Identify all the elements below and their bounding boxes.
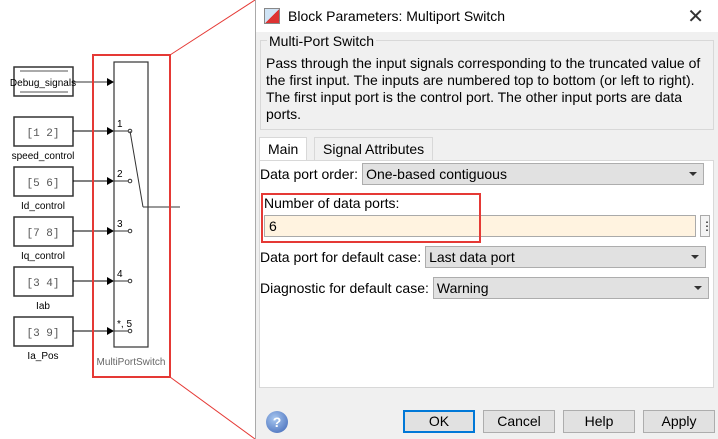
callout-line-bottom <box>169 376 255 439</box>
svg-text:Debug_signals: Debug_signals <box>10 78 76 89</box>
arrow-icon <box>107 127 114 135</box>
help-button[interactable]: Help <box>563 410 635 433</box>
switch-port-label: 2 <box>117 169 123 180</box>
diagnostic-value: Warning <box>436 280 489 296</box>
more-options-icon[interactable]: ⋮ <box>700 215 713 237</box>
switch-port-label: *, 5 <box>117 319 132 330</box>
ok-button[interactable]: OK <box>403 410 475 433</box>
chevron-down-icon <box>691 255 700 259</box>
switch-port-label: 4 <box>117 269 123 280</box>
chevron-down-icon <box>693 286 702 290</box>
group-title: Multi-Port Switch <box>267 33 377 49</box>
simulink-app-icon <box>264 8 280 24</box>
arrow-icon <box>107 327 114 335</box>
constant-label: speed_control <box>12 151 75 162</box>
constant-label: Id_control <box>21 201 65 212</box>
default-case-label: Data port for default case: <box>260 249 422 265</box>
arrow-icon <box>107 177 114 185</box>
debug-signals-block[interactable]: Debug_signals <box>10 66 76 97</box>
title-bar: Block Parameters: Multiport Switch ✕ <box>256 0 718 32</box>
constant-block[interactable]: [1 2] speed_control <box>12 116 75 162</box>
tab-signal-attributes[interactable]: Signal Attributes <box>314 137 434 161</box>
constant-label: Iab <box>36 301 50 312</box>
switch-port-label: 1 <box>117 119 123 130</box>
constant-value: [5 6] <box>26 178 59 190</box>
constant-value: [7 8] <box>26 228 59 240</box>
data-port-order-select[interactable]: One-based contiguous <box>362 163 705 185</box>
data-port-order-value: One-based contiguous <box>366 166 507 182</box>
constant-label: Ia_Pos <box>27 351 58 362</box>
help-icon[interactable]: ? <box>266 411 288 433</box>
arrow-icon <box>107 227 114 235</box>
default-case-select[interactable]: Last data port <box>425 246 707 268</box>
diagnostic-label: Diagnostic for default case: <box>260 280 429 296</box>
block-parameters-dialog: Block Parameters: Multiport Switch ✕ Mul… <box>255 0 718 439</box>
chevron-down-icon <box>689 172 698 176</box>
constant-block[interactable]: [7 8] Iq_control <box>13 216 74 262</box>
apply-button[interactable]: Apply <box>643 410 715 433</box>
switch-label: MultiPortSwitch <box>97 357 166 368</box>
data-port-order-label: Data port order: <box>260 166 359 182</box>
default-case-value: Last data port <box>429 249 515 265</box>
block-description: Pass through the input signals correspon… <box>266 55 701 122</box>
switch-port-label: 3 <box>117 219 123 230</box>
callout-line-top <box>169 0 255 56</box>
diagnostic-select[interactable]: Warning <box>432 277 709 299</box>
constant-value: [3 4] <box>26 278 59 290</box>
constant-block[interactable]: [3 4] Iab <box>13 266 74 312</box>
constant-block[interactable]: [5 6] Id_control <box>13 166 74 212</box>
dialog-title: Block Parameters: Multiport Switch <box>288 8 506 24</box>
arrow-icon <box>107 277 114 285</box>
tab-main[interactable]: Main <box>259 137 308 162</box>
close-icon[interactable]: ✕ <box>687 4 704 29</box>
constant-value: [3 9] <box>26 328 59 340</box>
num-ports-highlight <box>261 193 481 243</box>
constant-block[interactable]: [3 9] Ia_Pos <box>13 316 74 362</box>
simulink-diagram: Debug_signals [1 2] speed_control [5 6] Id_… <box>10 0 255 439</box>
constant-label: Iq_control <box>21 251 65 262</box>
constant-value: [1 2] <box>26 128 59 140</box>
cancel-button[interactable]: Cancel <box>483 410 555 433</box>
